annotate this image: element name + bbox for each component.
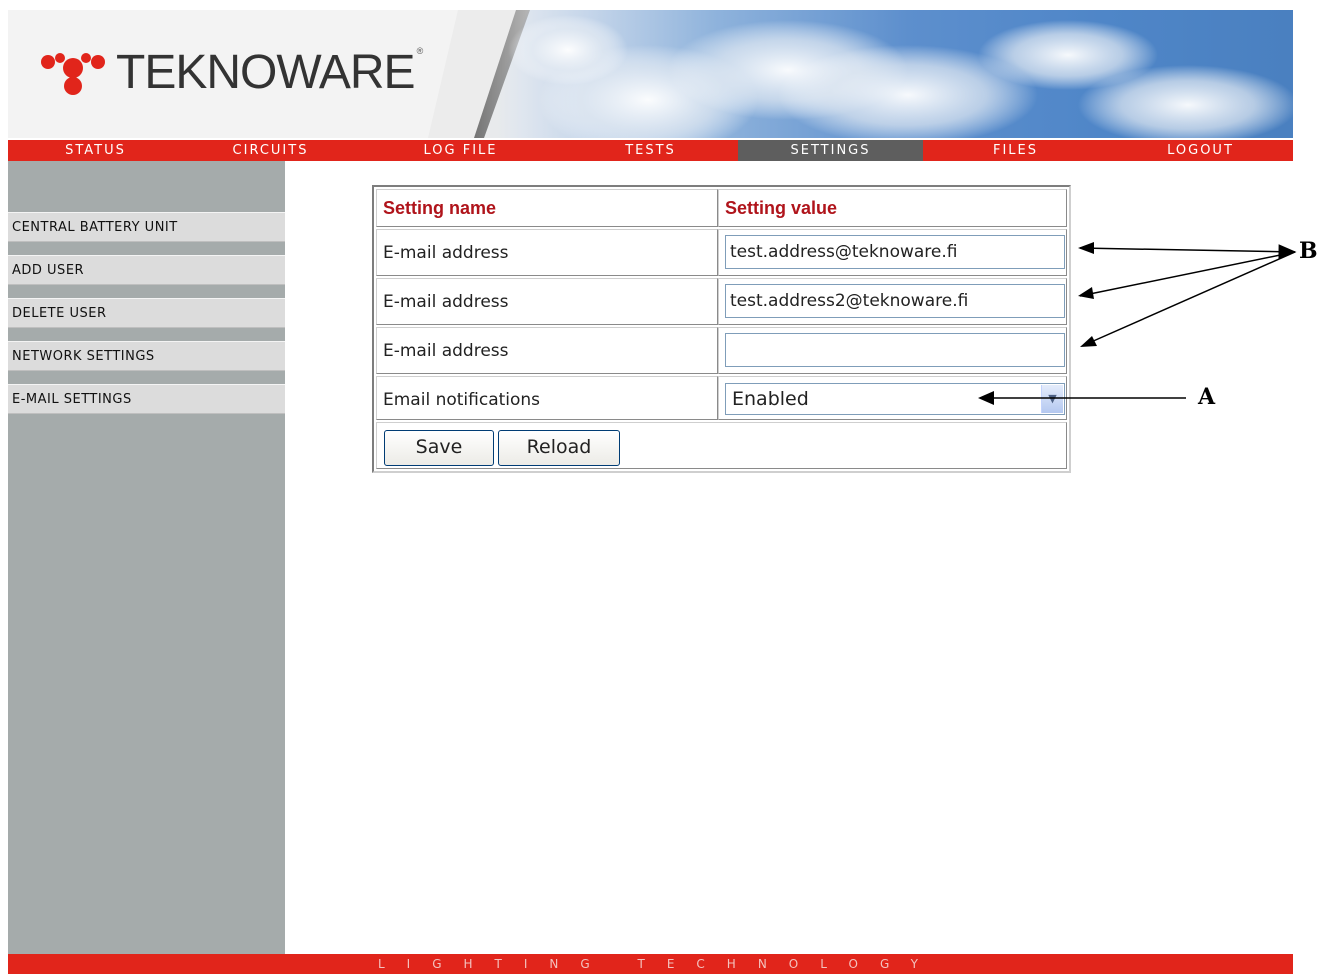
save-button[interactable]: Save: [384, 430, 494, 466]
settings-table: Setting name Setting value E-mail addres…: [372, 185, 1071, 473]
sidebar-item-central-battery-unit[interactable]: CENTRAL BATTERY UNIT: [8, 212, 285, 242]
column-header-setting-value: Setting value: [718, 189, 1067, 227]
setting-name-email-2: E-mail address: [376, 278, 718, 325]
setting-value-cell: [718, 327, 1067, 374]
logo-text: TEKNOWARE: [116, 46, 416, 99]
nav-status[interactable]: STATUS: [8, 140, 183, 161]
column-header-setting-name: Setting name: [376, 189, 718, 227]
setting-value-cell: [718, 229, 1067, 276]
chevron-down-icon[interactable]: ▼: [1041, 385, 1063, 413]
teknoware-logo: TEKNOWARE ®: [38, 46, 424, 99]
nav-log-file[interactable]: LOG FILE: [358, 140, 563, 161]
nav-tests[interactable]: TESTS: [563, 140, 738, 161]
setting-value-cell: Enabled ▼: [718, 376, 1067, 420]
email-address-input-3[interactable]: [725, 333, 1065, 367]
nav-circuits[interactable]: CIRCUITS: [183, 140, 358, 161]
annotation-arrowhead-b-2: [1078, 287, 1094, 299]
annotation-arrowhead-b-3: [1080, 336, 1097, 347]
annotation-arrowhead-b-1: [1078, 242, 1094, 254]
main-navigation: STATUS CIRCUITS LOG FILE TESTS SETTINGS …: [8, 140, 1293, 161]
email-notifications-select[interactable]: Enabled ▼: [725, 383, 1065, 415]
sidebar-item-delete-user[interactable]: DELETE USER: [8, 298, 285, 328]
footer-tagline: LIGHTING TECHNOLOGY: [378, 957, 940, 971]
header-banner: TEKNOWARE ®: [8, 10, 1293, 138]
nav-logout[interactable]: LOGOUT: [1108, 140, 1293, 161]
email-address-input-1[interactable]: [725, 235, 1065, 269]
registered-mark: ®: [416, 46, 424, 56]
email-notifications-selected-value: Enabled: [732, 388, 809, 410]
setting-value-cell: [718, 278, 1067, 325]
sidebar-item-network-settings[interactable]: NETWORK SETTINGS: [8, 341, 285, 371]
annotation-label-b: B: [1299, 238, 1318, 264]
annotation-arrow-b-3: [1081, 251, 1296, 347]
annotation-arrow-b-1: [1079, 244, 1297, 260]
reload-button[interactable]: Reload: [498, 430, 620, 466]
setting-name-email-3: E-mail address: [376, 327, 718, 374]
footer-bar: LIGHTING TECHNOLOGY: [8, 954, 1293, 974]
button-row: Save Reload: [376, 422, 1067, 469]
nav-files[interactable]: FILES: [923, 140, 1108, 161]
sidebar: CENTRAL BATTERY UNIT ADD USER DELETE USE…: [8, 161, 285, 954]
setting-name-email-1: E-mail address: [376, 229, 718, 276]
sidebar-item-e-mail-settings[interactable]: E-MAIL SETTINGS: [8, 384, 285, 414]
logo-mark-icon: [41, 53, 105, 95]
sidebar-item-add-user[interactable]: ADD USER: [8, 255, 285, 285]
nav-settings[interactable]: SETTINGS: [738, 140, 923, 161]
email-address-input-2[interactable]: [725, 284, 1065, 318]
setting-name-email-notifications: Email notifications: [376, 376, 718, 420]
annotation-arrow-b-2: [1079, 251, 1296, 297]
annotation-label-a: A: [1198, 384, 1216, 410]
